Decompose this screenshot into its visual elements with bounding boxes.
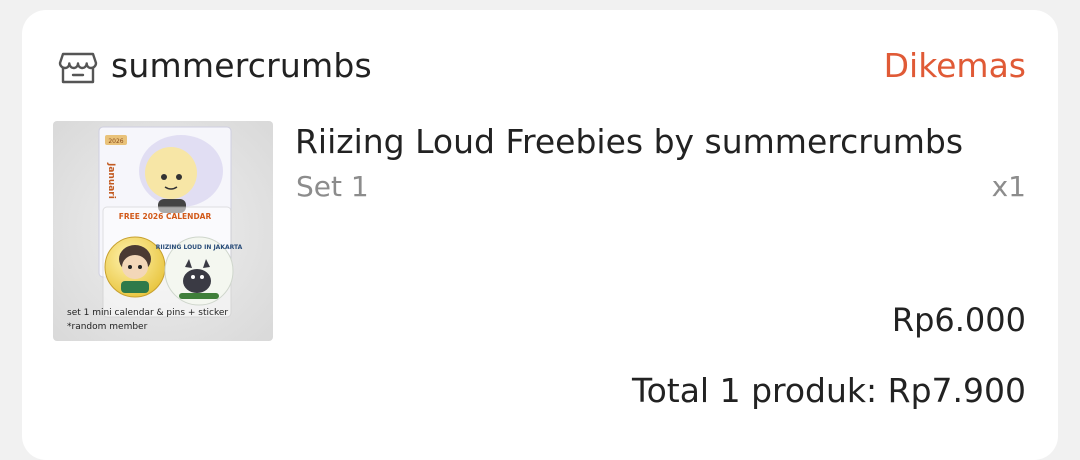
order-total: Total 1 produk: Rp7.900: [632, 371, 1026, 410]
svg-text:set 1 mini calendar & pins + s: set 1 mini calendar & pins + sticker: [67, 308, 228, 318]
store-icon: [58, 52, 98, 84]
product-variant: Set 1: [296, 170, 369, 203]
product-title[interactable]: Riizing Loud Freebies by summercrumbs: [295, 119, 963, 165]
product-thumbnail[interactable]: 2026 Januari FREE 2026 CALENDAR RIIZING …: [53, 121, 273, 341]
product-quantity: x1: [991, 170, 1026, 203]
svg-text:2026: 2026: [108, 138, 123, 145]
shop-name[interactable]: summercrumbs: [111, 44, 372, 88]
svg-text:Januari: Januari: [106, 162, 116, 199]
svg-text:*random member: *random member: [67, 322, 148, 332]
svg-text:RIIZING LOUD IN JAKARTA: RIIZING LOUD IN JAKARTA: [156, 244, 243, 251]
order-status: Dikemas: [883, 46, 1026, 85]
product-price: Rp6.000: [891, 301, 1026, 339]
order-card[interactable]: summercrumbs Dikemas 2026 Januari FREE 2…: [22, 10, 1058, 460]
svg-text:FREE 2026 CALENDAR: FREE 2026 CALENDAR: [119, 212, 212, 221]
